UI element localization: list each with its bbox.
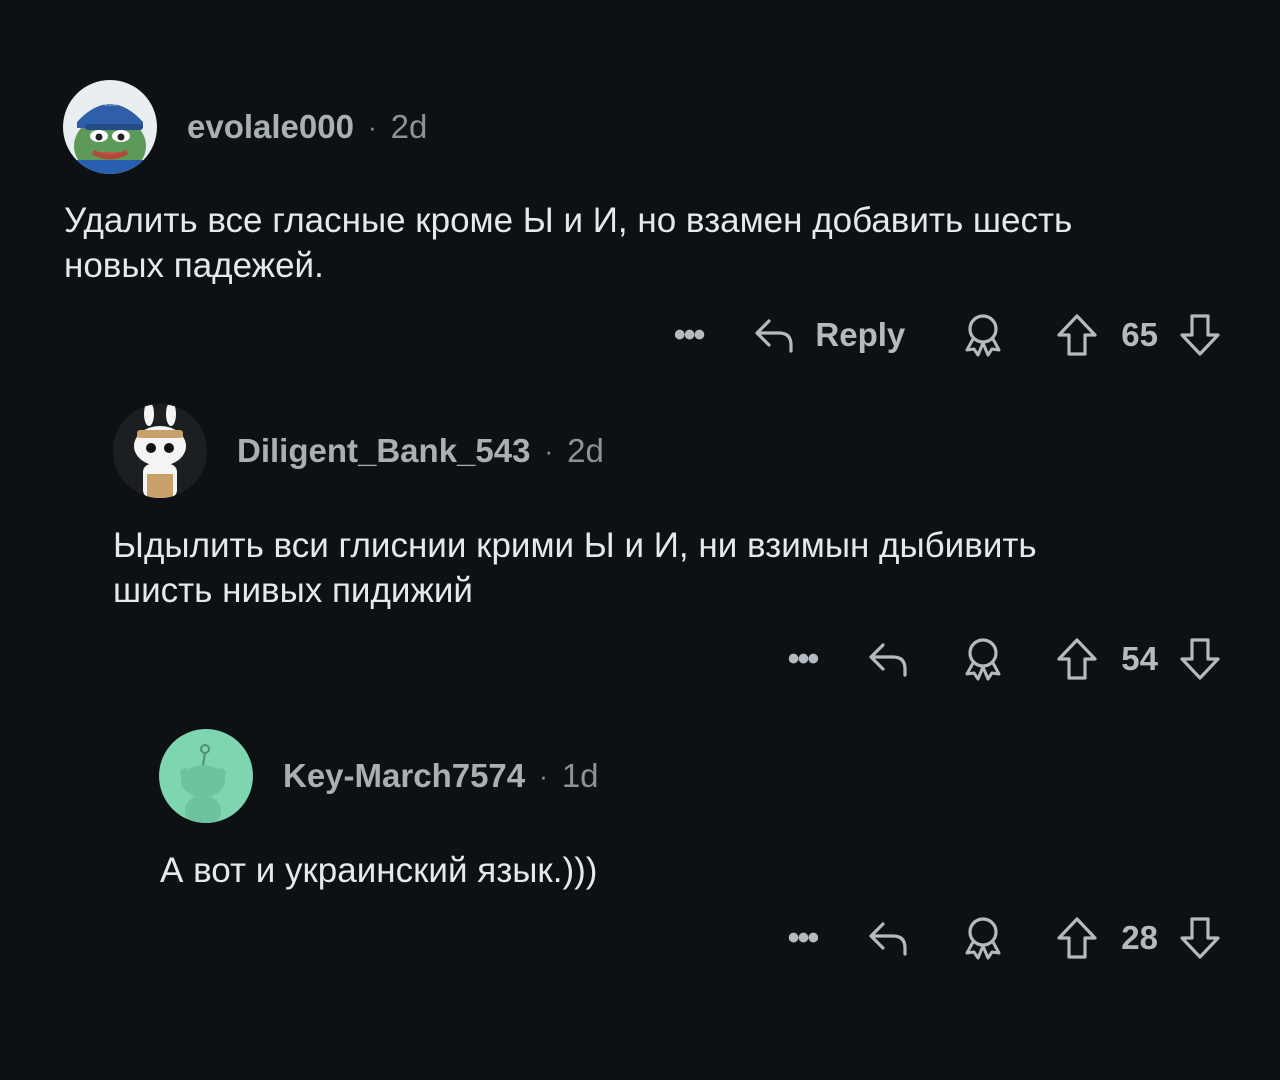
- comment-meta: Diligent_Bank_543 · 2d: [237, 432, 604, 470]
- meta-separator: ·: [539, 760, 548, 791]
- comment-text: А вот и украинский язык.))): [160, 851, 598, 890]
- award-button[interactable]: [961, 636, 1005, 682]
- upvote-button[interactable]: [1055, 636, 1099, 682]
- meta-separator: ·: [544, 435, 554, 466]
- reply-label: Reply: [815, 316, 906, 353]
- comment-meta: evolale000 · 2d: [187, 108, 427, 146]
- reply-button[interactable]: [867, 916, 911, 960]
- avatar[interactable]: ~~~: [63, 80, 157, 174]
- comment-age: 1d: [561, 757, 599, 794]
- downvote-button[interactable]: [1178, 636, 1222, 682]
- downvote-button[interactable]: [1178, 312, 1222, 358]
- avatar[interactable]: [159, 729, 253, 823]
- award-button[interactable]: [961, 312, 1005, 358]
- comment-actions: ••• 28: [788, 913, 1222, 963]
- reply-icon: [755, 319, 794, 353]
- reply-icon: [869, 643, 907, 677]
- award-icon: [965, 638, 1001, 681]
- username[interactable]: Diligent_Bank_543: [237, 432, 530, 470]
- meta-separator: ·: [367, 111, 377, 142]
- comment-meta: Key-March7574 · 1d: [283, 757, 599, 795]
- downvote-icon: [1180, 314, 1220, 356]
- upvote-button[interactable]: [1055, 312, 1099, 358]
- award-icon: [965, 917, 1001, 960]
- more-options-button[interactable]: •••: [674, 318, 706, 352]
- upvote-icon: [1057, 314, 1097, 356]
- upvote-icon: [1057, 638, 1097, 680]
- username[interactable]: evolale000: [187, 108, 354, 146]
- comment-text: Ыдылить вси глиснии крими Ы и И, ни взим…: [113, 526, 1037, 610]
- comment-age: 2d: [390, 108, 428, 145]
- reply-button[interactable]: Reply: [753, 313, 905, 357]
- vote-count: 28: [1121, 919, 1158, 956]
- avatar[interactable]: [113, 404, 207, 498]
- comment-text: Удалить все гласные кроме Ы и И, но взам…: [64, 201, 1073, 285]
- award-button[interactable]: [961, 915, 1005, 961]
- vote-count: 54: [1121, 640, 1158, 677]
- snoo-default-avatar-icon: [159, 729, 253, 823]
- username[interactable]: Key-March7574: [283, 757, 525, 795]
- downvote-button[interactable]: [1178, 915, 1222, 961]
- reply-icon: [869, 922, 907, 956]
- upvote-icon: [1057, 917, 1097, 959]
- pepe-avatar-icon: ~~~: [63, 80, 157, 174]
- comment-actions: ••• Reply 65: [674, 310, 1222, 360]
- comment-header: Key-March7574 · 1d: [159, 729, 599, 823]
- reply-button[interactable]: [867, 637, 911, 681]
- comment-header: ~~~ evolale000 · 2d: [63, 80, 427, 174]
- more-options-button[interactable]: •••: [788, 642, 820, 676]
- snoo-bunny-avatar-icon: [113, 404, 207, 498]
- vote-count: 65: [1121, 316, 1158, 353]
- downvote-icon: [1180, 917, 1220, 959]
- comment-actions: ••• 54: [788, 634, 1222, 684]
- award-icon: [965, 314, 1001, 357]
- comment-header: Diligent_Bank_543 · 2d: [113, 404, 604, 498]
- upvote-button[interactable]: [1055, 915, 1099, 961]
- comment-age: 2d: [567, 432, 604, 469]
- downvote-icon: [1180, 638, 1220, 680]
- svg-text:~~~: ~~~: [104, 103, 117, 109]
- more-options-button[interactable]: •••: [788, 921, 820, 955]
